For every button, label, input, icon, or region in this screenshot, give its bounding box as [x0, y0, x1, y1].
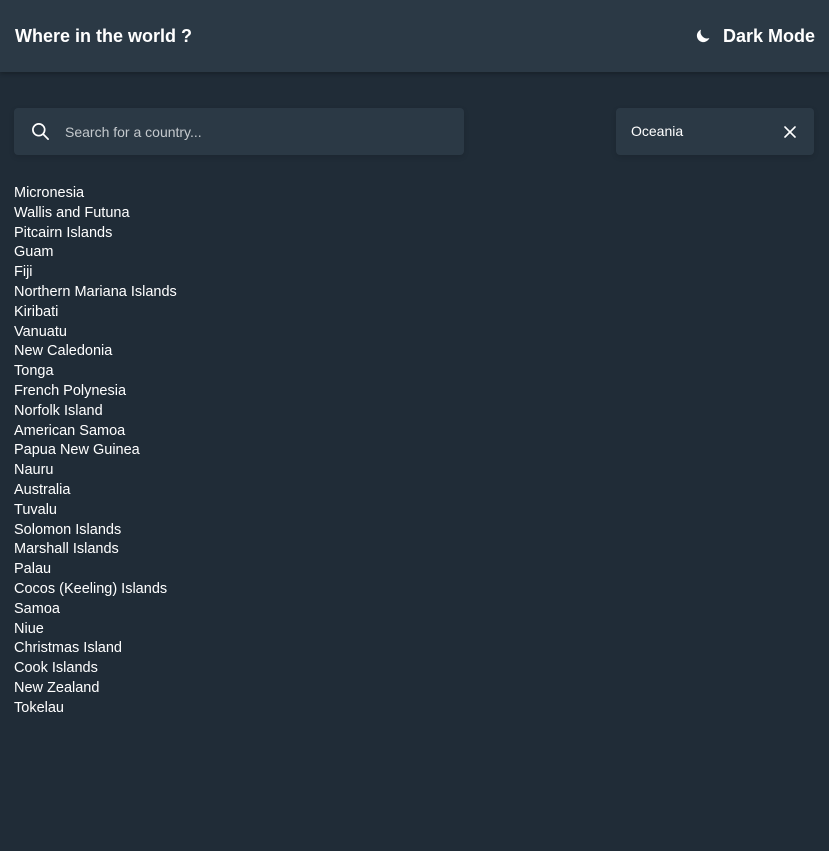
country-item[interactable]: Cook Islands [14, 659, 177, 679]
country-item[interactable]: Norfolk Island [14, 402, 177, 422]
country-item[interactable]: Australia [14, 481, 177, 501]
app-title: Where in the world ? [15, 26, 193, 46]
country-item[interactable]: Marshall Islands [14, 540, 177, 560]
country-item[interactable]: Samoa [14, 600, 177, 620]
country-item[interactable]: Christmas Island [14, 639, 177, 659]
country-list: Micronesia Wallis and Futuna Pitcairn Is… [14, 184, 177, 719]
country-item[interactable]: Tonga [14, 362, 177, 382]
country-item[interactable]: Niue [14, 620, 177, 640]
selected-region: Oceania [631, 123, 684, 139]
search-box[interactable] [14, 108, 464, 155]
country-item[interactable]: Nauru [14, 461, 177, 481]
moon-icon [696, 29, 710, 43]
country-item[interactable]: Vanuatu [14, 323, 177, 343]
country-item[interactable]: Guam [14, 243, 177, 263]
region-filter-select[interactable]: Oceania [616, 108, 814, 155]
country-item[interactable]: Kiribati [14, 303, 177, 323]
country-item[interactable]: New Caledonia [14, 342, 177, 362]
country-item[interactable]: Palau [14, 560, 177, 580]
country-item[interactable]: Tokelau [14, 699, 177, 719]
country-item[interactable]: Tuvalu [14, 501, 177, 521]
country-item[interactable]: Fiji [14, 263, 177, 283]
dark-mode-label: Dark Mode [722, 26, 815, 46]
search-input[interactable] [65, 108, 455, 155]
country-item[interactable]: American Samoa [14, 422, 177, 442]
country-item[interactable]: French Polynesia [14, 382, 177, 402]
country-item[interactable]: New Zealand [14, 679, 177, 699]
country-item[interactable]: Papua New Guinea [14, 441, 177, 461]
dark-mode-toggle[interactable]: Dark Mode [694, 25, 815, 47]
country-item[interactable]: Pitcairn Islands [14, 224, 177, 244]
close-icon[interactable] [784, 126, 796, 138]
country-item[interactable]: Micronesia [14, 184, 177, 204]
app-header: Where in the world ? Dark Mode [0, 0, 829, 72]
country-item[interactable]: Solomon Islands [14, 521, 177, 541]
search-icon [32, 123, 49, 140]
country-item[interactable]: Wallis and Futuna [14, 204, 177, 224]
country-item[interactable]: Cocos (Keeling) Islands [14, 580, 177, 600]
country-item[interactable]: Northern Mariana Islands [14, 283, 177, 303]
